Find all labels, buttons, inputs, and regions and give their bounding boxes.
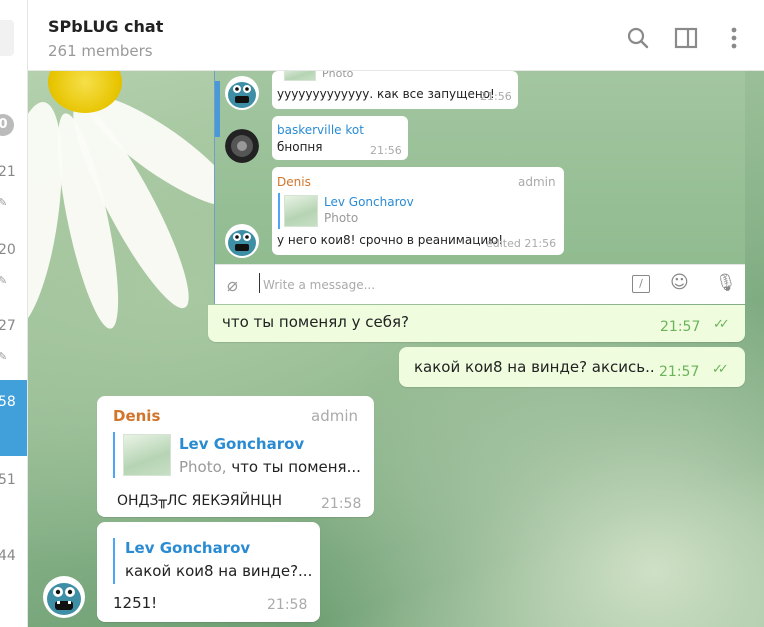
embedded-input-bar: ⌀ Write a message... / ☺ 🎙 — [215, 264, 745, 304]
admin-badge: admin — [518, 175, 556, 189]
message-time: edited 21:56 — [486, 237, 557, 250]
chat-item-count[interactable]: 21 — [0, 164, 16, 180]
chat-item-count[interactable]: 51 — [0, 472, 16, 488]
message-text: 1251! — [113, 594, 158, 612]
pin-icon: ✎ — [0, 196, 8, 209]
read-checkmarks-icon: ✓✓ — [712, 362, 729, 377]
message-time: 21:56 — [480, 90, 512, 103]
message-time: 21:57 — [659, 364, 700, 380]
message-input-placeholder: Write a message... — [263, 278, 376, 292]
text-cursor — [259, 273, 260, 293]
message-author: Denis — [277, 175, 311, 189]
incoming-message[interactable]: Denis admin Lev Goncharov Photo, что ты … — [97, 396, 374, 517]
outgoing-message[interactable]: что ты поменял у себя? 21:57 ✓✓ — [208, 305, 745, 342]
more-vertical-icon[interactable] — [722, 26, 746, 50]
reply-author: Lev Goncharov — [324, 195, 414, 209]
reply-bar — [113, 432, 117, 478]
chat-item-active[interactable]: 58 — [0, 380, 27, 456]
photo-thumbnail[interactable] — [123, 434, 171, 476]
emoji-icon: ☺ — [670, 272, 689, 293]
chat-item-count[interactable]: 27 — [0, 318, 16, 334]
reply-sub: Photo, — [179, 458, 227, 476]
member-count: 261 members — [48, 42, 153, 60]
chat-title[interactable]: SPbLUG chat — [48, 17, 163, 36]
reply-sub: Photo — [324, 211, 359, 225]
reply-text: что ты поменя... — [226, 458, 361, 476]
sidebar-toggle-icon[interactable] — [674, 26, 698, 50]
message-text: ОНДЗ╥ЛС ЯЕКЭЯЙНЦН — [117, 493, 283, 509]
reply-text: какой кои8 на винде?... — [125, 562, 313, 580]
read-checkmarks-icon: ✓✓ — [713, 317, 730, 332]
search-icon[interactable] — [626, 26, 650, 50]
message-text: ууууууууууууу. как все запущено! — [277, 87, 495, 101]
message-time: 21:56 — [370, 144, 402, 157]
chat-list-strip: 0 21 ✎ 20 ✎ 27 ✎ 58 51 44 — [0, 0, 28, 627]
message-author[interactable]: Denis — [113, 407, 160, 425]
command-icon: / — [632, 275, 650, 293]
reply-bar — [278, 193, 280, 229]
search-field-edge[interactable] — [0, 20, 14, 56]
pin-icon: ✎ — [0, 350, 8, 363]
embedded-message: Photo ууууууууууууу. как все запущено! 2… — [272, 71, 518, 109]
monster-avatar[interactable] — [43, 576, 85, 618]
message-text: какой кои8 на винде? аксись.. — [414, 358, 655, 376]
chat-header: SPbLUG chat 261 members — [28, 0, 764, 71]
reply-author: Lev Goncharov — [125, 539, 251, 557]
user-avatar[interactable] — [225, 129, 259, 163]
pin-icon: ✎ — [0, 274, 8, 287]
admin-badge: admin — [311, 407, 358, 425]
embedded-message: Denis admin Lev Goncharov Photo у него к… — [272, 167, 564, 255]
selection-bar — [215, 81, 220, 137]
attach-icon: ⌀ — [227, 275, 238, 296]
unread-badge: 0 — [0, 114, 14, 136]
message-text: у него кои8! срочно в реанимацию! — [277, 233, 504, 247]
message-text: бнопня — [277, 140, 323, 154]
message-author: baskerville kot — [277, 123, 364, 137]
message-time: 21:58 — [321, 496, 362, 512]
reply-bar — [113, 538, 117, 584]
outgoing-message[interactable]: какой кои8 на винде? аксись.. 21:57 ✓✓ — [399, 347, 745, 387]
incoming-message[interactable]: Lev Goncharov какой кои8 на винде?... 12… — [97, 522, 320, 622]
message-time: 21:58 — [267, 597, 308, 613]
monster-avatar[interactable] — [225, 76, 259, 110]
chat-item-count[interactable]: 20 — [0, 242, 16, 258]
monster-avatar[interactable] — [225, 224, 259, 258]
embedded-screenshot[interactable]: Photo ууууууууууууу. как все запущено! 2… — [214, 71, 745, 304]
chat-item-count[interactable]: 44 — [0, 548, 16, 564]
reply-author: Lev Goncharov — [179, 435, 305, 453]
message-time: 21:57 — [660, 319, 701, 335]
chat-area[interactable]: Photo ууууууууууууу. как все запущено! 2… — [28, 71, 764, 627]
chat-item-count: 58 — [0, 394, 16, 410]
photo-thumbnail — [284, 195, 318, 227]
photo-thumbnail — [284, 71, 316, 81]
message-text: что ты поменял у себя? — [222, 313, 409, 331]
microphone-icon: 🎙 — [715, 273, 737, 293]
embedded-message: baskerville kot бнопня 21:56 — [272, 116, 408, 160]
reply-sub: Photo — [322, 71, 354, 80]
